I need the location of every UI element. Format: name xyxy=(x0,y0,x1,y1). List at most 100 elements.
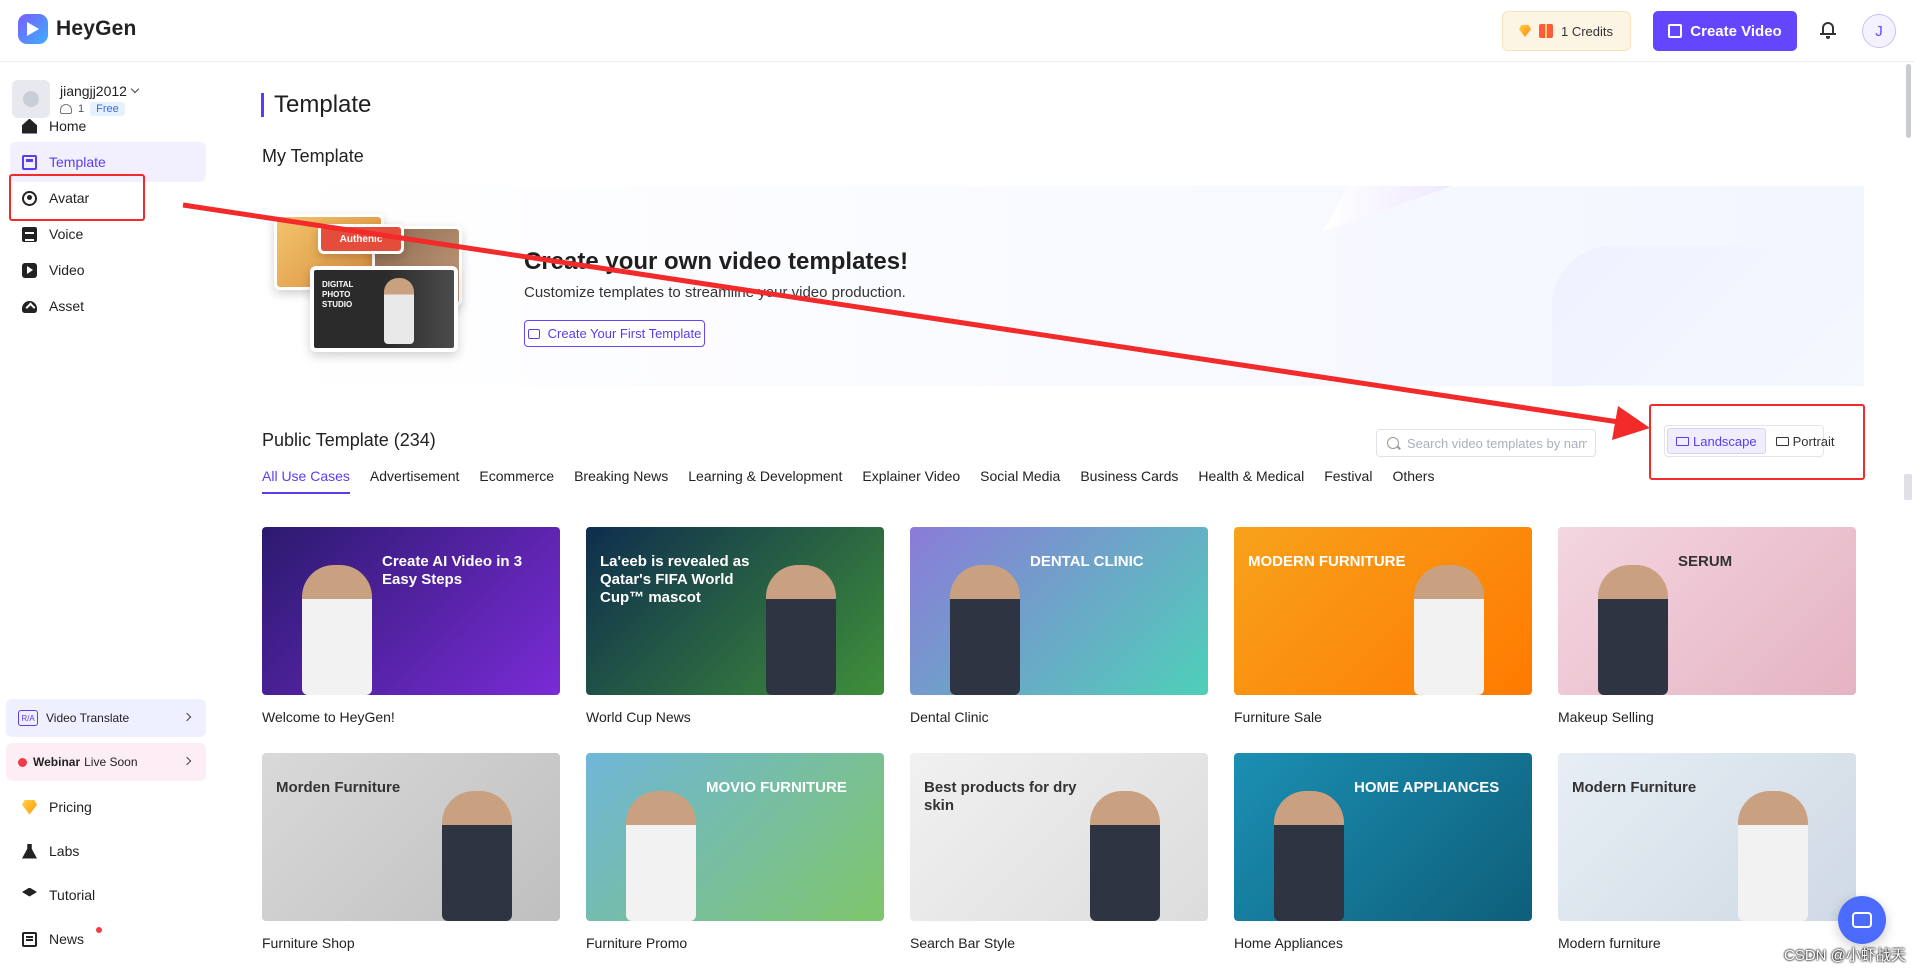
presenter-figure xyxy=(1090,791,1160,921)
presenter-figure xyxy=(302,565,372,695)
sidebar-item-video[interactable]: Video xyxy=(10,250,206,290)
news-icon xyxy=(22,931,37,947)
banner-card-studio-text: DIGITAL PHOTO STUDIO xyxy=(322,280,354,309)
banner-card-authentic: Authenic xyxy=(318,224,404,254)
sidebar-item-labs[interactable]: Labs xyxy=(10,831,206,871)
template-card[interactable]: Morden Furniture Furniture Shop xyxy=(262,753,560,951)
sidebar-item-news[interactable]: News xyxy=(10,919,206,959)
tab-health-medical[interactable]: Health & Medical xyxy=(1198,468,1304,494)
template-thumbnail[interactable]: Create AI Video in 3 Easy Steps xyxy=(262,527,560,695)
sidebar-item-pricing[interactable]: Pricing xyxy=(10,787,206,827)
banner-card-studio: DIGITAL PHOTO STUDIO xyxy=(310,266,458,352)
notification-bell-icon[interactable] xyxy=(1820,20,1836,39)
avatar-icon xyxy=(22,190,37,206)
template-card[interactable]: MOVIO FURNITURE Furniture Promo xyxy=(586,753,884,951)
banner-subheading: Customize templates to streamline your v… xyxy=(524,284,906,301)
portrait-button[interactable]: Portrait xyxy=(1768,428,1843,454)
create-first-template-button[interactable]: Create Your First Template xyxy=(524,320,705,347)
template-overlay-text: MOVIO FURNITURE xyxy=(706,779,847,796)
template-overlay-text: HOME APPLIANCES xyxy=(1354,779,1500,796)
tab-ecommerce[interactable]: Ecommerce xyxy=(479,468,554,494)
webinar-status: Live Soon xyxy=(84,755,138,769)
tab-explainer-video[interactable]: Explainer Video xyxy=(862,468,960,494)
tutorial-icon xyxy=(22,887,37,897)
presenter-figure xyxy=(626,791,696,921)
sidebar-item-asset[interactable]: Asset xyxy=(10,286,206,326)
sidebar-item-voice[interactable]: Voice xyxy=(10,214,206,254)
brand-logo[interactable]: HeyGen xyxy=(18,14,137,44)
template-thumbnail[interactable]: Best products for dry skin xyxy=(910,753,1208,921)
banner-heading: Create your own video templates! xyxy=(524,248,909,275)
template-thumbnail[interactable]: MODERN FURNITURE xyxy=(1234,527,1532,695)
credits-badge[interactable]: 1 Credits xyxy=(1502,11,1631,51)
template-thumbnail[interactable]: HOME APPLIANCES xyxy=(1234,753,1532,921)
tab-business-cards[interactable]: Business Cards xyxy=(1080,468,1178,494)
chat-support-button[interactable] xyxy=(1838,896,1886,944)
create-template-banner: Authenic DIGITAL PHOTO STUDIO Create you… xyxy=(262,186,1864,386)
user-avatar[interactable]: J xyxy=(1862,14,1896,48)
sidebar-item-label: Video xyxy=(49,262,85,278)
account-username: jiangjj2012 xyxy=(60,82,127,99)
tab-learning-development[interactable]: Learning & Development xyxy=(688,468,842,494)
template-card[interactable]: Create AI Video in 3 Easy Steps Welcome t… xyxy=(262,527,560,725)
template-thumbnail[interactable]: DENTAL CLINIC xyxy=(910,527,1208,695)
video-translate-promo[interactable]: R/A Video Translate xyxy=(6,699,206,737)
tab-festival[interactable]: Festival xyxy=(1324,468,1372,494)
template-name: Furniture Sale xyxy=(1234,709,1322,725)
sidebar-item-label: Home xyxy=(49,118,87,134)
webinar-label: Webinar xyxy=(33,755,81,769)
tab-breaking-news[interactable]: Breaking News xyxy=(574,468,668,494)
labs-icon xyxy=(22,843,37,859)
template-thumbnail[interactable]: Modern Furniture xyxy=(1558,753,1856,921)
template-thumbnail[interactable]: Morden Furniture xyxy=(262,753,560,921)
chevron-right-icon xyxy=(182,712,192,722)
template-card[interactable]: Modern Furniture Modern furniture xyxy=(1558,753,1856,951)
presenter-figure xyxy=(442,791,512,921)
video-icon xyxy=(22,262,37,278)
sidebar-item-label: Labs xyxy=(49,843,80,859)
presenter-figure xyxy=(1274,791,1344,921)
tab-social-media[interactable]: Social Media xyxy=(980,468,1060,494)
template-thumbnail[interactable]: SERUM xyxy=(1558,527,1856,695)
template-add-icon xyxy=(527,328,540,339)
template-card[interactable]: DENTAL CLINIC Dental Clinic xyxy=(910,527,1208,725)
orientation-toggle: Landscape Portrait xyxy=(1664,425,1835,457)
chevron-right-icon xyxy=(182,756,192,766)
template-overlay-text: DENTAL CLINIC xyxy=(1030,553,1144,570)
presenter-figure xyxy=(1738,791,1808,921)
my-template-title: My Template xyxy=(262,146,364,166)
tab-all-use-cases[interactable]: All Use Cases xyxy=(262,468,350,494)
side-handle[interactable] xyxy=(1904,474,1912,500)
presenter-figure xyxy=(1598,565,1668,695)
template-card[interactable]: La'eeb is revealed as Qatar's FIFA World… xyxy=(586,527,884,725)
sidebar-item-tutorial[interactable]: Tutorial xyxy=(10,875,206,915)
template-thumbnail[interactable]: La'eeb is revealed as Qatar's FIFA World… xyxy=(586,527,884,695)
sidebar-item-avatar[interactable]: Avatar xyxy=(10,178,206,218)
template-card[interactable]: SERUM Makeup Selling xyxy=(1558,527,1856,725)
video-translate-label: Video Translate xyxy=(46,711,130,725)
template-search[interactable] xyxy=(1376,429,1596,457)
tab-others[interactable]: Others xyxy=(1392,468,1434,494)
sidebar-item-template[interactable]: Template xyxy=(10,142,206,182)
sidebar-item-home[interactable]: Home xyxy=(10,106,206,146)
landscape-button[interactable]: Landscape xyxy=(1667,428,1766,454)
presenter-figure xyxy=(384,278,414,344)
portrait-label: Portrait xyxy=(1792,433,1835,449)
create-video-button[interactable]: Create Video xyxy=(1653,11,1797,51)
page-scrollbar[interactable] xyxy=(1906,64,1911,138)
public-template-title: Public Template (234) xyxy=(262,430,436,450)
search-input[interactable] xyxy=(1407,435,1587,451)
chevron-down-icon xyxy=(130,84,140,94)
live-dot-icon xyxy=(18,757,27,767)
tab-advertisement[interactable]: Advertisement xyxy=(370,468,459,494)
template-overlay-text: SERUM xyxy=(1678,553,1733,570)
presenter-figure xyxy=(766,565,836,695)
template-name: Dental Clinic xyxy=(910,709,989,725)
template-card[interactable]: Best products for dry skin Search Bar Sty… xyxy=(910,753,1208,951)
template-card[interactable]: HOME APPLIANCES Home Appliances xyxy=(1234,753,1532,951)
presenter-figure xyxy=(1414,565,1484,695)
webinar-promo[interactable]: Webinar Live Soon xyxy=(6,743,206,781)
template-card[interactable]: MODERN FURNITURE Furniture Sale xyxy=(1234,527,1532,725)
template-icon xyxy=(22,154,37,170)
template-thumbnail[interactable]: MOVIO FURNITURE xyxy=(586,753,884,921)
